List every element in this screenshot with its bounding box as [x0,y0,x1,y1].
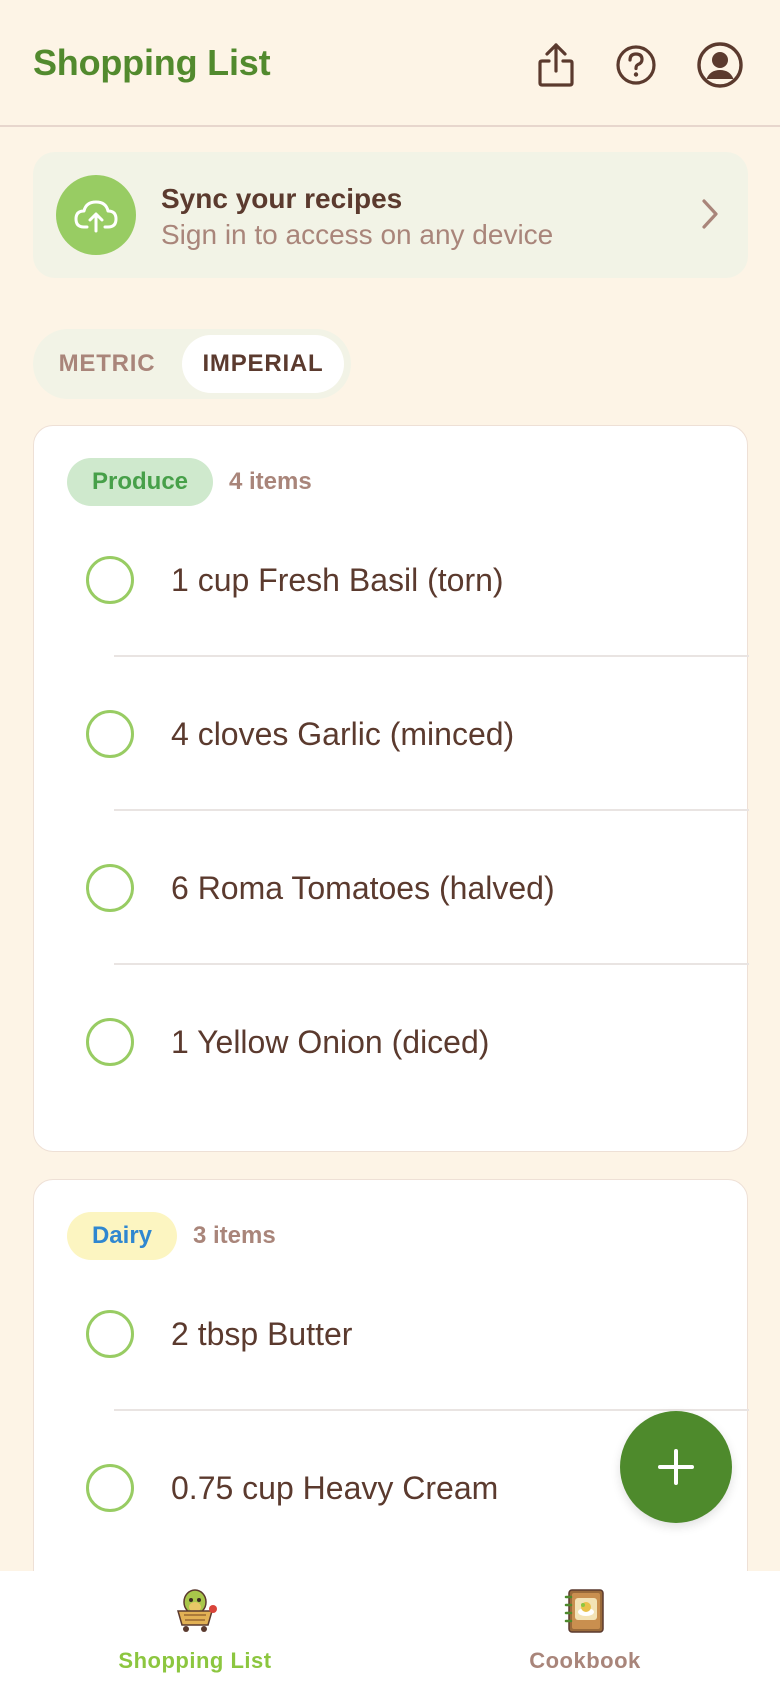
checkbox[interactable] [86,710,134,758]
item-label: 4 cloves Garlic (minced) [171,716,515,752]
plus-icon [658,1449,694,1485]
app-header: Shopping List [0,0,780,127]
chevron-right-icon [702,199,718,229]
category-badge: Produce [67,458,213,506]
nav-cookbook[interactable]: Cookbook [390,1571,780,1688]
sync-subtitle: Sign in to access on any device [161,219,554,250]
share-button[interactable] [531,38,581,92]
add-item-button[interactable] [620,1411,732,1523]
shopping-cart-mascot-icon [177,1589,217,1632]
checkbox[interactable] [86,1464,134,1512]
category-badge: Dairy [67,1212,177,1260]
list-item[interactable]: 1 Yellow Onion (diced) [34,965,749,1119]
unit-metric-option[interactable]: METRIC [35,335,179,393]
nav-label: Cookbook [529,1648,641,1673]
help-button[interactable] [611,38,661,92]
item-count: 3 items [193,1222,276,1249]
checkbox[interactable] [86,556,134,604]
units-toggle: METRIC IMPERIAL [33,329,351,399]
list-item[interactable]: 1 cup Fresh Basil (torn) [34,503,749,657]
list-item[interactable]: 6 Roma Tomatoes (halved) [34,811,749,965]
sync-title: Sync your recipes [161,183,403,214]
account-icon [697,42,743,88]
item-label: 2 tbsp Butter [171,1316,353,1352]
share-icon [538,43,574,87]
checkbox[interactable] [86,1018,134,1066]
item-label: 1 cup Fresh Basil (torn) [171,562,504,598]
nav-shopping-list[interactable]: Shopping List [0,1571,390,1688]
account-button[interactable] [695,38,745,92]
unit-imperial-option[interactable]: IMPERIAL [182,335,344,393]
page-title: Shopping List [33,42,271,83]
checkbox[interactable] [86,864,134,912]
cookbook-icon [564,1589,604,1633]
category-card-produce: Produce 4 items 1 cup Fresh Basil (torn)… [33,425,749,1152]
item-label: 6 Roma Tomatoes (halved) [171,870,555,906]
list-item[interactable]: 4 cloves Garlic (minced) [34,657,749,811]
help-icon [616,45,656,85]
item-label: 1 Yellow Onion (diced) [171,1024,490,1060]
list-item[interactable]: 2 tbsp Butter [34,1257,749,1411]
bottom-nav: Shopping List Cookbook [0,1571,780,1688]
checkbox[interactable] [86,1310,134,1358]
cloud-upload-icon [56,175,136,255]
item-count: 4 items [229,468,312,495]
item-label: 0.75 cup Heavy Cream [171,1470,499,1506]
sync-banner[interactable]: Sync your recipes Sign in to access on a… [33,152,748,278]
nav-label: Shopping List [118,1648,272,1673]
